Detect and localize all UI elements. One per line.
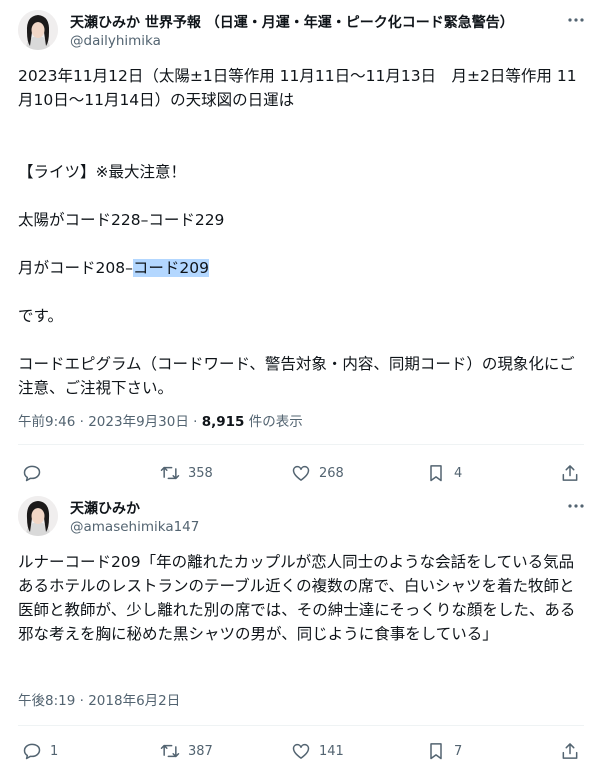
reply-icon	[23, 465, 41, 482]
tweet-date[interactable]: 2023年9月30日	[88, 414, 189, 430]
author-handle[interactable]: @amasehimika147	[70, 519, 199, 535]
retweet-count: 358	[188, 465, 213, 481]
bookmark-icon	[430, 743, 442, 760]
tweet-text-line: 【ライツ】※最大注意！	[18, 163, 186, 181]
author-handle[interactable]: @dailyhimika	[70, 33, 161, 49]
bookmark-icon	[430, 465, 442, 482]
like-count: 268	[319, 465, 344, 481]
reply-button[interactable]: 1	[22, 739, 58, 763]
share-button[interactable]	[560, 461, 580, 485]
tweet-text-line: です。	[18, 307, 63, 325]
reply-icon	[23, 743, 41, 760]
action-bar: 358 268 4	[0, 461, 605, 485]
heart-icon	[292, 465, 310, 481]
bookmark-button[interactable]: 7	[426, 739, 462, 763]
meta-separator: ·	[193, 414, 202, 430]
share-icon	[562, 465, 578, 481]
tweet-text: ルナーコード209「年の離れたカップルが恋人同士のような会話をしている気品あるホ…	[18, 550, 588, 646]
retweet-button[interactable]: 387	[160, 739, 213, 763]
tweet-meta: 午後8:19 · 2018年6月2日	[18, 689, 180, 709]
avatar[interactable]	[18, 496, 58, 536]
author-name[interactable]: 天瀬ひみか 世界予報 （日運・月運・年運・ピーク化コード緊急警告）	[70, 12, 514, 32]
heart-icon	[292, 743, 310, 759]
tweet-date[interactable]: 2018年6月2日	[88, 693, 180, 709]
tweet-text: 2023年11月12日（太陽±1日等作用 11月11日〜11月13日 月±2日等…	[18, 64, 588, 400]
retweet-icon	[160, 466, 180, 480]
share-icon	[562, 743, 578, 759]
share-button[interactable]	[560, 739, 580, 763]
view-count: 8,915	[201, 414, 245, 430]
tweet-text-line: 2023年11月12日（太陽±1日等作用 11月11日〜11月13日 月±2日等…	[18, 67, 577, 109]
tweet-text-segment: 月がコード208–	[18, 259, 133, 277]
divider	[18, 444, 584, 445]
tweet-text-line: 月がコード208–コード209	[18, 256, 588, 280]
bookmark-count: 4	[454, 465, 463, 481]
author-name[interactable]: 天瀬ひみか	[70, 498, 140, 518]
retweet-count: 387	[188, 743, 213, 759]
tweet-text-line: 太陽がコード228–コード229	[18, 211, 225, 229]
more-icon[interactable]	[567, 11, 585, 29]
avatar-image	[18, 10, 58, 50]
reply-button[interactable]	[22, 461, 50, 485]
like-count: 141	[319, 743, 344, 759]
retweet-icon	[160, 744, 180, 758]
tweet-text-line: コードエピグラム（コードワード、警告対象・内容、同期コード）の現象化にご注意、ご…	[18, 355, 575, 397]
reply-count: 1	[50, 743, 59, 759]
action-bar: 1 387 141 7	[0, 739, 605, 763]
retweet-button[interactable]: 358	[160, 461, 213, 485]
avatar[interactable]	[18, 10, 58, 50]
like-button[interactable]: 268	[291, 461, 344, 485]
like-button[interactable]: 141	[291, 739, 344, 763]
divider	[18, 725, 584, 726]
meta-separator: ·	[79, 414, 89, 430]
selected-text: コード209	[132, 259, 209, 277]
bookmark-button[interactable]: 4	[426, 461, 462, 485]
bookmark-count: 7	[454, 743, 463, 759]
avatar-image	[18, 496, 58, 536]
tweet-meta: 午前9:46 · 2023年9月30日 · 8,915 件の表示	[18, 410, 303, 430]
tweet-time[interactable]: 午前9:46	[18, 414, 75, 430]
meta-separator: ·	[79, 693, 89, 709]
tweet-text-paragraph: ルナーコード209「年の離れたカップルが恋人同士のような会話をしている気品あるホ…	[18, 553, 576, 643]
view-count-label: 件の表示	[248, 414, 303, 430]
tweet-time[interactable]: 午後8:19	[18, 693, 75, 709]
more-icon[interactable]	[567, 497, 585, 515]
